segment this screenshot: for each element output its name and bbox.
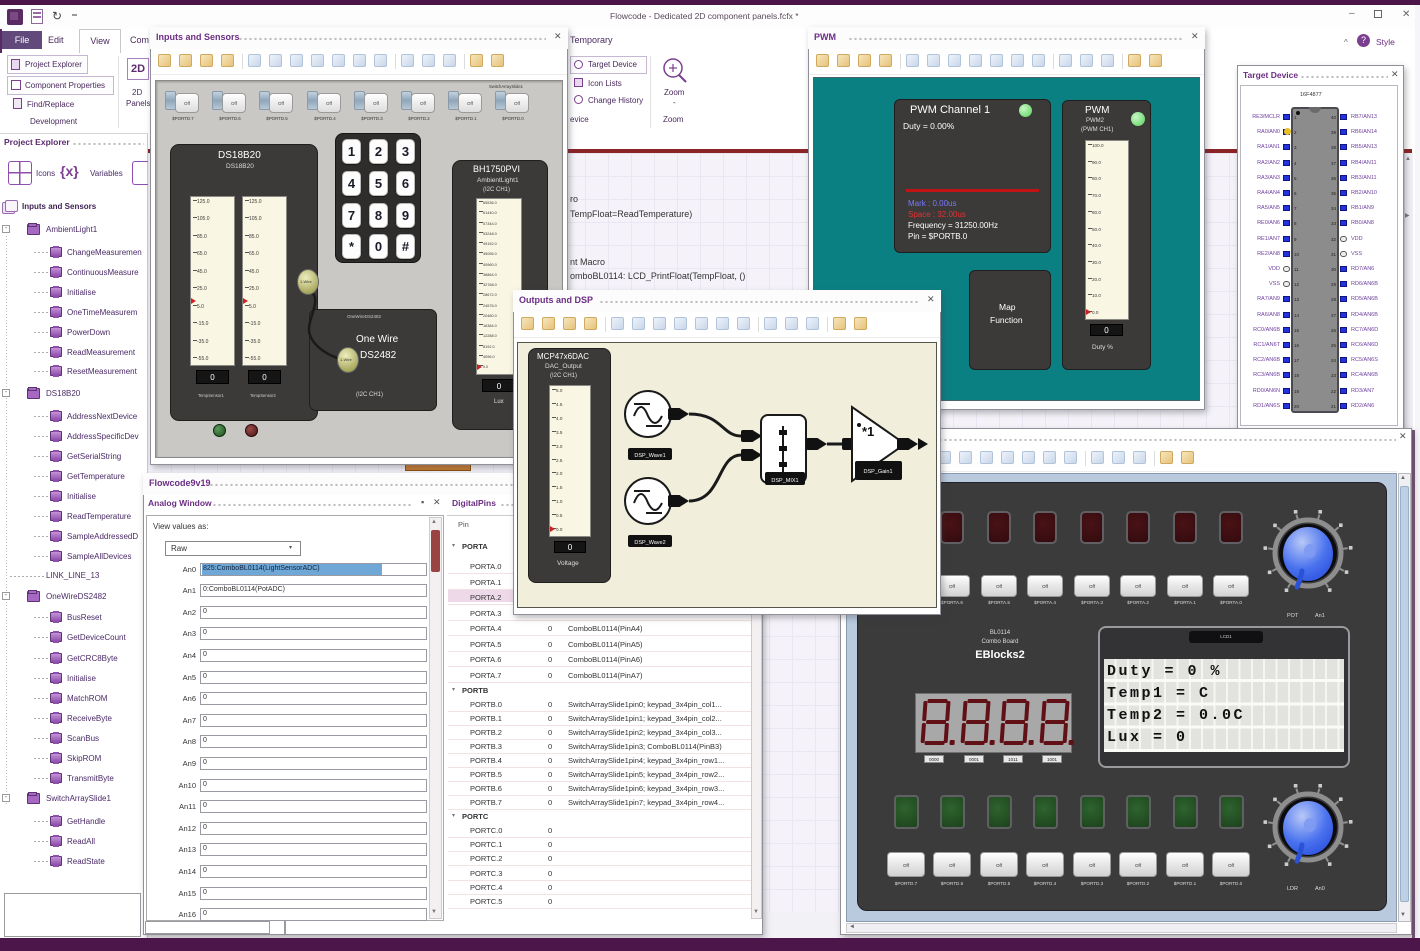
svg-text:*1: *1 (862, 424, 874, 439)
svg-text:DSP_Wave1: DSP_Wave1 (634, 453, 665, 459)
svg-text:DSP_Gain1: DSP_Gain1 (863, 469, 892, 475)
svg-text:DSP_MIX1: DSP_MIX1 (771, 478, 798, 484)
svg-text:DSP_Wave2: DSP_Wave2 (634, 540, 665, 546)
